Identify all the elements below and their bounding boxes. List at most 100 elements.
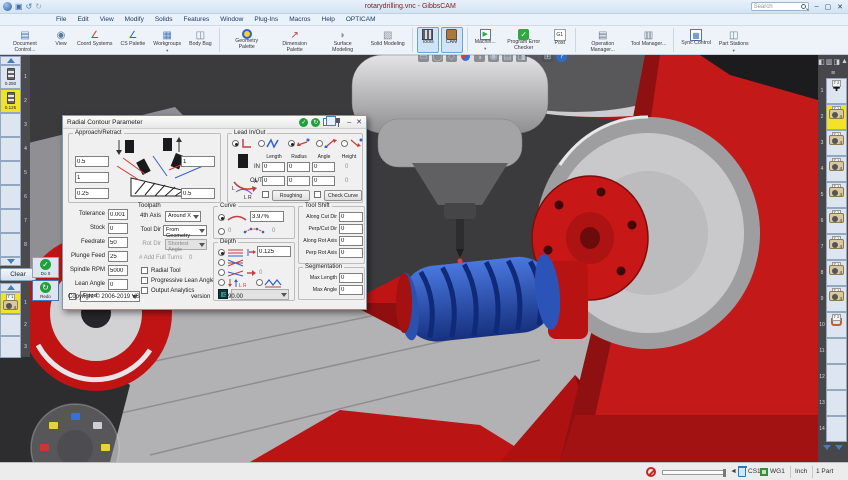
depth-lr-radio[interactable] — [218, 279, 225, 286]
approach-field-1[interactable] — [75, 156, 109, 167]
tool-tile-7[interactable] — [0, 209, 21, 233]
operation-tile-9[interactable]: T 1 — [826, 286, 847, 312]
stock-field[interactable] — [108, 223, 128, 234]
ops-scroll-down2[interactable] — [835, 445, 843, 450]
redo-button[interactable]: ↻Redo — [32, 280, 59, 301]
dialog-close-icon[interactable]: ✕ — [356, 118, 362, 126]
curve-percent-field[interactable] — [250, 211, 284, 222]
process-tile-3[interactable] — [0, 336, 21, 358]
check-curve-button[interactable]: Check Curve — [324, 190, 362, 201]
program-error-checker-button[interactable]: Program Error Checker — [501, 27, 547, 53]
view-globe-icon[interactable] — [488, 55, 499, 62]
workgroups-button[interactable]: Workgroups▼ — [150, 27, 184, 53]
operation-tile-1[interactable]: T 2✚ — [826, 78, 847, 104]
retract-field-2[interactable] — [181, 188, 215, 199]
process-tile-1[interactable]: T 1 — [0, 292, 21, 314]
axis-dropdown[interactable]: Around X — [165, 211, 201, 222]
operation-tile-2[interactable]: T 1 — [826, 104, 847, 130]
menu-solids[interactable]: Solids — [155, 16, 173, 23]
view-button[interactable]: View — [50, 27, 72, 53]
radial-tool-checkbox[interactable] — [141, 267, 148, 274]
view-sphere-icon[interactable] — [432, 55, 443, 62]
spindle-rpm-field[interactable] — [108, 265, 128, 276]
cs-indicator[interactable]: CS1 — [748, 468, 761, 475]
output-analytics-checkbox[interactable] — [141, 287, 148, 294]
tooldir-dropdown[interactable]: From Geometry — [163, 225, 207, 236]
curve-points-radio[interactable] — [218, 228, 225, 235]
menu-modify[interactable]: Modify — [125, 16, 144, 23]
do-it-button[interactable]: ✓Do It — [32, 257, 59, 278]
close-button[interactable]: ✕ — [837, 3, 843, 11]
progressive-lean-angle-checkbox[interactable] — [141, 277, 148, 284]
minimize-button[interactable]: – — [815, 3, 819, 11]
along-rot-axis-field[interactable] — [339, 236, 363, 246]
tool-manager-button[interactable]: Tool Manager... — [628, 27, 669, 53]
menu-help[interactable]: Help — [322, 16, 335, 23]
operation-tile-13[interactable] — [826, 390, 847, 416]
tool-tile-1[interactable]: 0.250 — [0, 65, 21, 89]
progress-slider[interactable] — [662, 470, 726, 475]
curve-percent-radio[interactable] — [218, 214, 225, 221]
roughing-checkbox[interactable] — [262, 191, 269, 198]
dialog-copy-icon[interactable] — [323, 118, 331, 126]
clear-button[interactable]: Clear — [0, 268, 36, 281]
geometry-palette-button[interactable]: Geometry Palette — [224, 27, 270, 53]
process-tile-2[interactable] — [0, 314, 21, 336]
undo-icon[interactable]: ↺ — [26, 2, 33, 11]
search-input[interactable]: Search — [751, 2, 809, 11]
feedrate-field[interactable] — [108, 237, 128, 248]
cam-button[interactable]: CAM — [441, 27, 463, 53]
lead-out-field-0[interactable] — [262, 176, 285, 186]
view-frame-icon[interactable] — [418, 55, 429, 62]
lead-type-line-radio[interactable] — [232, 140, 239, 147]
lead-in-field-2[interactable] — [312, 162, 335, 172]
save-icon[interactable]: ▣ — [15, 2, 23, 11]
operation-tile-10[interactable]: T 2 — [826, 312, 847, 338]
perp-rot-axis-field[interactable] — [339, 248, 363, 258]
expand-view-icon[interactable] — [542, 55, 553, 62]
depth-zigzag-radio[interactable] — [256, 279, 263, 286]
trash-icon[interactable] — [738, 467, 746, 477]
along-cut-dir-field[interactable] — [339, 212, 363, 222]
dialog-pin-icon[interactable] — [334, 118, 342, 127]
menu-opticam[interactable]: OPTICAM — [346, 16, 376, 23]
machin-button[interactable]: Machin...▼ — [472, 27, 499, 53]
wg-indicator[interactable]: WG1 — [770, 468, 785, 475]
body-bag-button[interactable]: Body Bag — [186, 27, 215, 53]
approach-field-2[interactable] — [75, 172, 109, 183]
operation-manager-button[interactable]: Operation Manager... — [580, 27, 626, 53]
approach-field-3[interactable] — [75, 188, 109, 199]
view-stack-icon[interactable] — [502, 55, 513, 62]
menu-file[interactable]: File — [56, 16, 66, 23]
ops-scroll-down[interactable] — [823, 445, 831, 450]
menu-window[interactable]: Window — [220, 16, 243, 23]
dimension-palette-button[interactable]: Dimension Palette — [272, 27, 318, 53]
tool-tile-5[interactable] — [0, 161, 21, 185]
operation-tile-5[interactable]: T 1 — [826, 182, 847, 208]
maximize-button[interactable]: ▢ — [825, 3, 832, 11]
check-curve-checkbox[interactable] — [314, 191, 321, 198]
operation-tile-8[interactable]: T 1 — [826, 260, 847, 286]
operation-tile-14[interactable] — [826, 416, 847, 442]
lead-in-field-0[interactable] — [262, 162, 285, 172]
retract-field-1[interactable] — [181, 156, 215, 167]
coord-systems-button[interactable]: Coord Systems — [74, 27, 115, 53]
tool-list-scroll-down[interactable] — [0, 257, 21, 266]
perp-cut-dir-field[interactable] — [339, 224, 363, 234]
depth-option-1-radio[interactable] — [218, 249, 225, 256]
plunge-feed-field[interactable] — [108, 251, 128, 262]
view-palette-icon[interactable] — [461, 55, 470, 61]
dialog-redo-icon[interactable]: ↻ — [311, 118, 320, 127]
max-angle-field[interactable] — [339, 285, 363, 295]
operation-tile-11[interactable] — [826, 338, 847, 364]
part-stations-button[interactable]: Part Stations▼ — [716, 27, 752, 53]
tool-list-scroll-up[interactable] — [0, 56, 21, 65]
lead-dir-radio-2[interactable] — [316, 140, 323, 147]
tolerance-field[interactable] — [108, 209, 128, 220]
operation-tile-4[interactable]: T 1 — [826, 156, 847, 182]
lead-type-zigzag-radio[interactable] — [258, 140, 265, 147]
operation-tile-6[interactable]: T 1 — [826, 208, 847, 234]
dialog-minimize-icon[interactable]: – — [347, 119, 351, 126]
menu-plugins[interactable]: Plug-Ins — [254, 16, 278, 23]
lean-angle-field[interactable] — [108, 279, 128, 290]
